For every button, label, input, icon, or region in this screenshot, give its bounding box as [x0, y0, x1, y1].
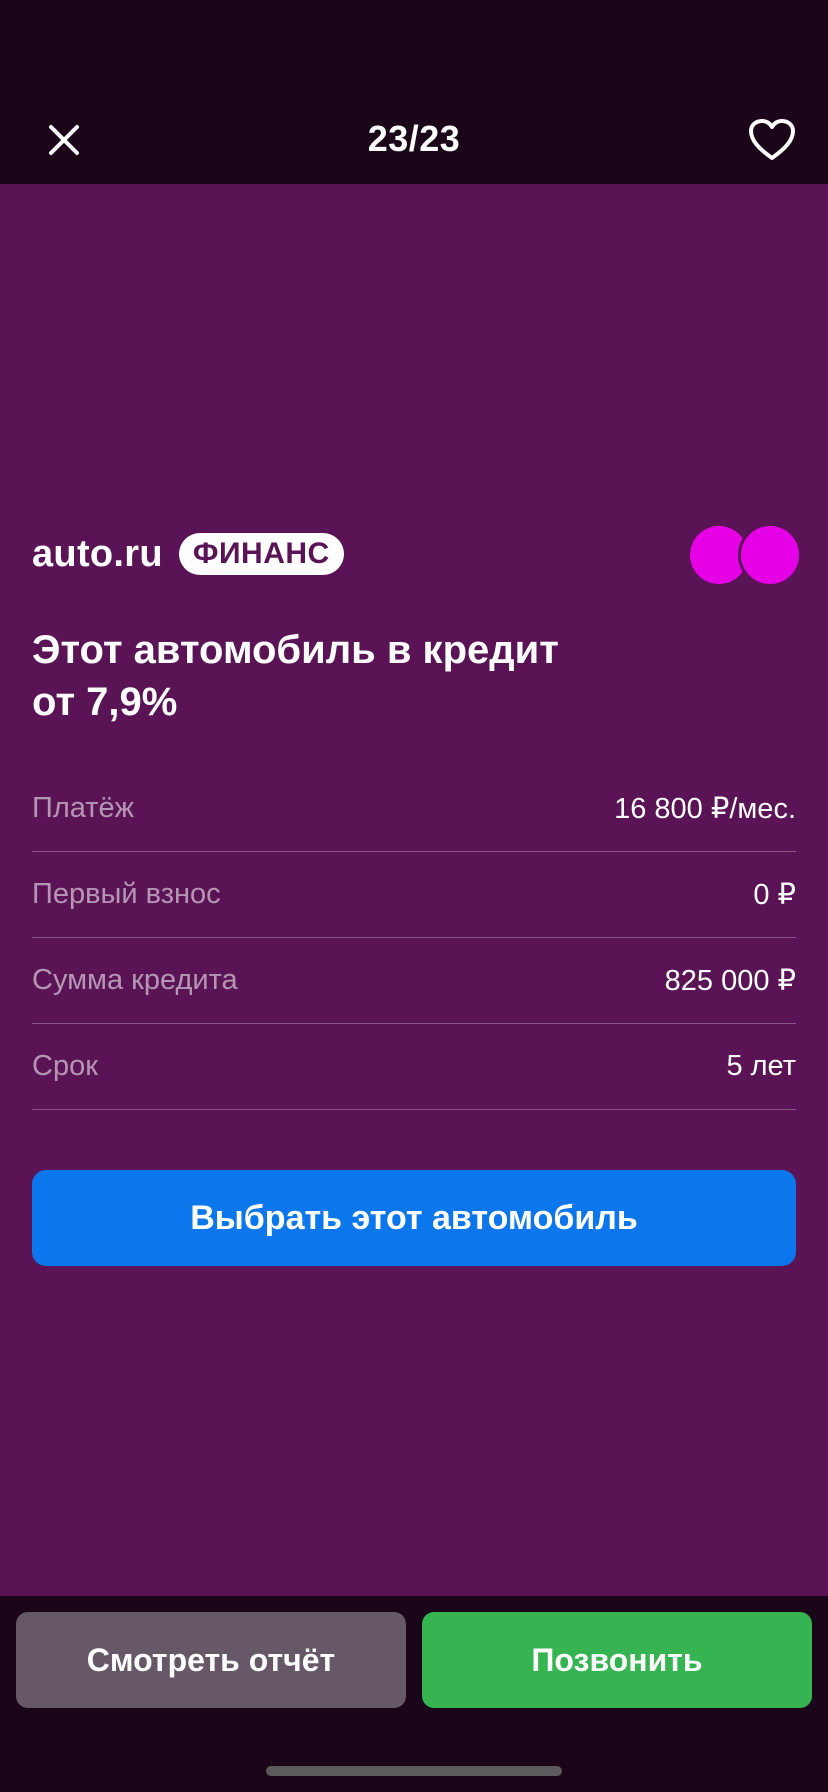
credit-row-term: Срок 5 лет: [32, 1024, 796, 1110]
row-label: Первый взнос: [32, 878, 221, 910]
gallery-counter: 23/23: [367, 118, 461, 159]
headline-line-2: от 7,9%: [32, 680, 178, 724]
row-label: Срок: [32, 1050, 98, 1082]
home-indicator: [266, 1766, 562, 1776]
favorite-button[interactable]: [746, 114, 798, 166]
row-value: 825 000 ₽: [664, 965, 796, 997]
headline-line-1: Этот автомобиль в кредит: [32, 628, 559, 672]
credit-row-payment: Платёж 16 800 ₽/мес.: [32, 766, 796, 852]
brand-logo: auto.ru ФИНАНС: [32, 532, 344, 576]
partner-logo-icon: [690, 523, 802, 587]
credit-details-list: Платёж 16 800 ₽/мес. Первый взнос 0 ₽ Су…: [32, 766, 796, 1110]
logo-circle-right: [738, 523, 802, 587]
credit-row-amount: Сумма кредита 825 000 ₽: [32, 938, 796, 1024]
row-label: Сумма кредита: [32, 964, 238, 996]
row-value: 5 лет: [726, 1050, 796, 1082]
row-value: 16 800 ₽/мес.: [614, 793, 796, 825]
bottom-action-bar: Смотреть отчёт Позвонить: [0, 1596, 828, 1792]
credit-row-down-payment: Первый взнос 0 ₽: [32, 852, 796, 938]
brand-name: auto.ru: [32, 532, 163, 575]
promo-headline: Этот автомобиль в кредит от 7,9%: [32, 624, 652, 728]
brand-badge: ФИНАНС: [178, 533, 344, 575]
view-report-button[interactable]: Смотреть отчёт: [16, 1612, 406, 1708]
top-bar: 23/23: [0, 0, 828, 184]
row-value: 0 ₽: [753, 879, 796, 911]
select-car-button[interactable]: Выбрать этот автомобиль: [32, 1170, 796, 1266]
finance-promo-panel: auto.ru ФИНАНС Этот автомобиль в кредит …: [0, 184, 828, 1596]
row-label: Платёж: [32, 792, 135, 824]
call-button[interactable]: Позвонить: [422, 1612, 812, 1708]
heart-outline-icon: [749, 119, 795, 160]
